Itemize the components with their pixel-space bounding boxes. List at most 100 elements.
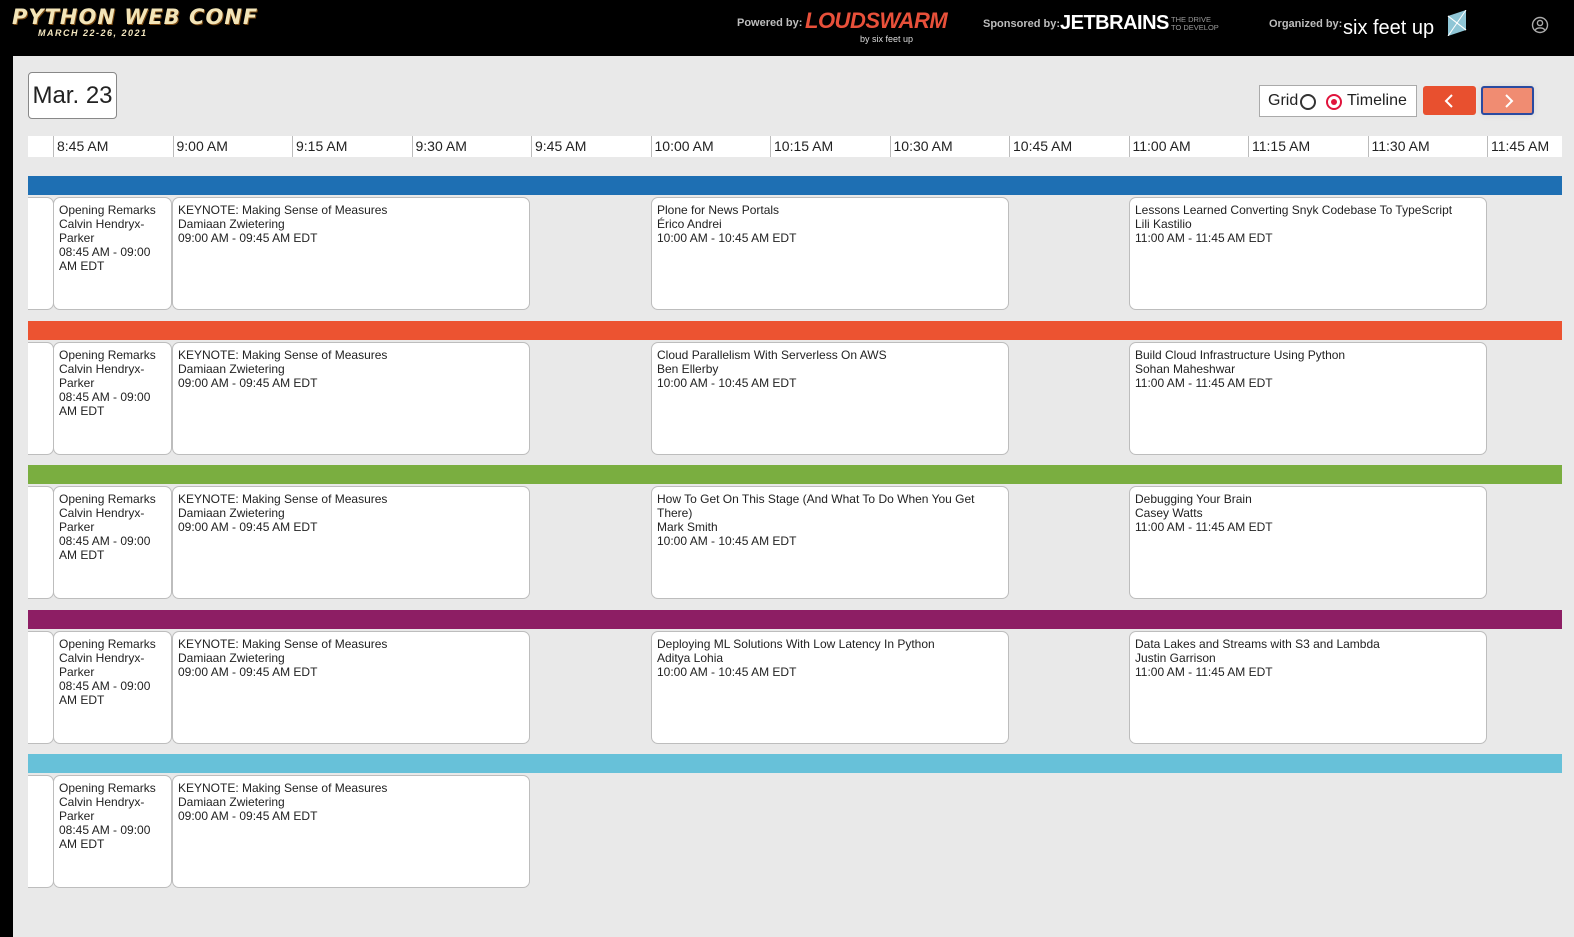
session-time: 11:00 AM - 11:45 AM EDT [1135,375,1273,390]
session-time: 08:45 AM - 09:00 AM EDT [59,245,151,273]
session-card[interactable]: Plone for News Portals Érico Andrei 10:00 … [651,197,1009,310]
session-time: 08:45 AM - 09:00 AM EDT [59,534,151,562]
view-timeline-label[interactable]: Timeline [1347,92,1407,110]
next-day-button[interactable] [1481,86,1534,115]
sixfeetup-name: six feet up [1343,17,1435,39]
loudswarm-name: LOUDSWARM [805,8,948,33]
session-time: 09:00 AM - 09:45 AM EDT [178,375,318,390]
session-speaker: Damiaan Zwietering [178,650,285,665]
time-tick: 10:45 AM [1009,136,1072,157]
session-card-cut-off[interactable] [28,486,54,599]
session-card[interactable]: Opening Remarks Calvin Hendryx-Parker 08:4… [53,630,172,744]
loudswarm-byline: by six feet up [860,34,914,44]
session-time: 11:00 AM - 11:45 AM EDT [1135,520,1273,534]
user-account-icon[interactable] [1531,16,1549,34]
session-speaker: Damiaan Zwietering [178,795,285,809]
view-toggle: Grid Timeline [1259,85,1417,117]
schedule-main: Mar. 23 Grid Timeline 8:45 AM 9:00 AM 9:15… [13,56,1574,937]
session-speaker: Calvin Hendryx-Parker [59,506,145,534]
session-speaker: Damiaan Zwietering [178,361,285,376]
previous-day-button[interactable] [1423,86,1476,115]
session-card-cut-off[interactable] [28,775,54,888]
session-time: 11:00 AM - 11:45 AM EDT [1135,231,1273,245]
session-card-cut-off[interactable] [28,197,54,310]
session-speaker: Mark Smith [657,520,718,534]
time-tick: 9:15 AM [292,136,347,157]
session-card[interactable]: Opening Remarks Calvin Hendryx-Parker 08:4… [53,486,172,599]
session-time: 11:00 AM - 11:45 AM EDT [1135,664,1273,679]
session-time: 10:00 AM - 10:45 AM EDT [657,231,797,245]
time-tick: 11:30 AM [1367,136,1430,157]
view-timeline-radio[interactable] [1326,94,1342,110]
time-tick: 11:15 AM [1248,136,1310,157]
sixfeetup-mark-icon [1447,10,1467,36]
track-header-bar [28,754,1562,773]
sponsored-by-label: Sponsored by: [983,18,1061,30]
session-card[interactable]: Cloud Parallelism With Serverless On AWS… [651,341,1009,455]
session-title: Deploying ML Solutions With Low Latency … [657,636,935,651]
session-time: 08:45 AM - 09:00 AM EDT [59,823,151,851]
session-speaker: Calvin Hendryx-Parker [59,217,145,245]
session-card[interactable]: Data Lakes and Streams with S3 and Lambd… [1129,630,1487,744]
jetbrains-tagline: THE DRIVE TO DEVELOP [1171,16,1219,32]
date-display: Mar. 23 [28,72,117,119]
session-speaker: Calvin Hendryx-Parker [59,650,145,679]
view-grid-radio[interactable] [1300,94,1316,110]
session-card[interactable]: KEYNOTE: Making Sense of Measures Damiaan… [172,341,530,455]
session-card[interactable]: KEYNOTE: Making Sense of Measures Damiaan… [172,630,530,744]
session-card[interactable]: Deploying ML Solutions With Low Latency … [651,630,1009,744]
view-grid-label[interactable]: Grid [1268,92,1298,110]
organized-by-label: Organized by: [1269,18,1343,30]
session-card[interactable]: KEYNOTE: Making Sense of Measures Damiaan… [172,486,530,599]
session-title: KEYNOTE: Making Sense of Measures [178,636,388,651]
session-card[interactable]: KEYNOTE: Making Sense of Measures Damiaan… [172,775,530,888]
session-card[interactable]: Build Cloud Infrastructure Using Python S… [1129,341,1487,455]
track-header-bar [28,465,1562,484]
session-speaker: Damiaan Zwietering [178,506,285,520]
session-title: Opening Remarks [59,347,156,362]
logo-dates: MARCH 22-26, 2021 [38,28,148,38]
session-title: Opening Remarks [59,636,156,651]
time-tick: 9:30 AM [411,136,467,157]
track-header-bar [28,609,1562,629]
time-tick: 8:45 AM [53,136,108,157]
session-speaker: Aditya Lohia [657,650,724,665]
time-tick: 9:45 AM [531,136,586,157]
session-title: Lessons Learned Converting Snyk Codebase… [1135,203,1453,217]
session-title: Opening Remarks [59,781,156,795]
powered-by-label: Powered by: [737,17,803,29]
session-time: 09:00 AM - 09:45 AM EDT [178,231,318,245]
session-time: 09:00 AM - 09:45 AM EDT [178,520,318,534]
session-card-cut-off[interactable] [28,341,54,455]
session-speaker: Lili Kastilio [1135,217,1192,231]
time-tick: 10:15 AM [770,136,833,157]
jetbrains-name: JETBRAINS [1060,12,1169,34]
track-header-bar [28,176,1562,195]
time-tick: 9:00 AM [172,136,228,157]
session-time: 09:00 AM - 09:45 AM EDT [178,664,318,679]
session-time: 10:00 AM - 10:45 AM EDT [657,534,797,548]
top-header: PYTHON WEB CONF MARCH 22-26, 2021 Powere… [0,0,1574,56]
session-speaker: Ben Ellerby [657,361,719,376]
session-card[interactable]: Debugging Your Brain Casey Watts 11:00 AM … [1129,486,1487,599]
session-card[interactable]: Opening Remarks Calvin Hendryx-Parker 08:4… [53,197,172,310]
chevron-left-icon [1444,93,1453,108]
session-speaker: Casey Watts [1135,506,1203,520]
session-title: KEYNOTE: Making Sense of Measures [178,492,388,506]
conference-logo[interactable]: PYTHON WEB CONF MARCH 22-26, 2021 [12,6,258,38]
session-card[interactable]: Opening Remarks Calvin Hendryx-Parker 08:4… [53,341,172,455]
session-title: KEYNOTE: Making Sense of Measures [178,203,388,217]
jetbrains-tagline-2: TO DEVELOP [1171,23,1219,32]
time-axis: 8:45 AM 9:00 AM 9:15 AM 9:30 AM 9:45 AM 10:00… [28,136,1562,157]
session-time: 08:45 AM - 09:00 AM EDT [59,389,151,418]
session-time: 10:00 AM - 10:45 AM EDT [657,375,797,390]
session-card[interactable]: KEYNOTE: Making Sense of Measures Damiaan… [172,197,530,310]
session-title: KEYNOTE: Making Sense of Measures [178,347,388,362]
session-card[interactable]: How To Get On This Stage (And What To Do… [651,486,1009,599]
session-speaker: Calvin Hendryx-Parker [59,361,145,390]
session-card[interactable]: Opening Remarks Calvin Hendryx-Parker 08:4… [53,775,172,888]
session-time: 08:45 AM - 09:00 AM EDT [59,678,151,707]
session-card-cut-off[interactable] [28,630,54,744]
session-time: 09:00 AM - 09:45 AM EDT [178,809,318,823]
session-card[interactable]: Lessons Learned Converting Snyk Codebase… [1129,197,1487,310]
